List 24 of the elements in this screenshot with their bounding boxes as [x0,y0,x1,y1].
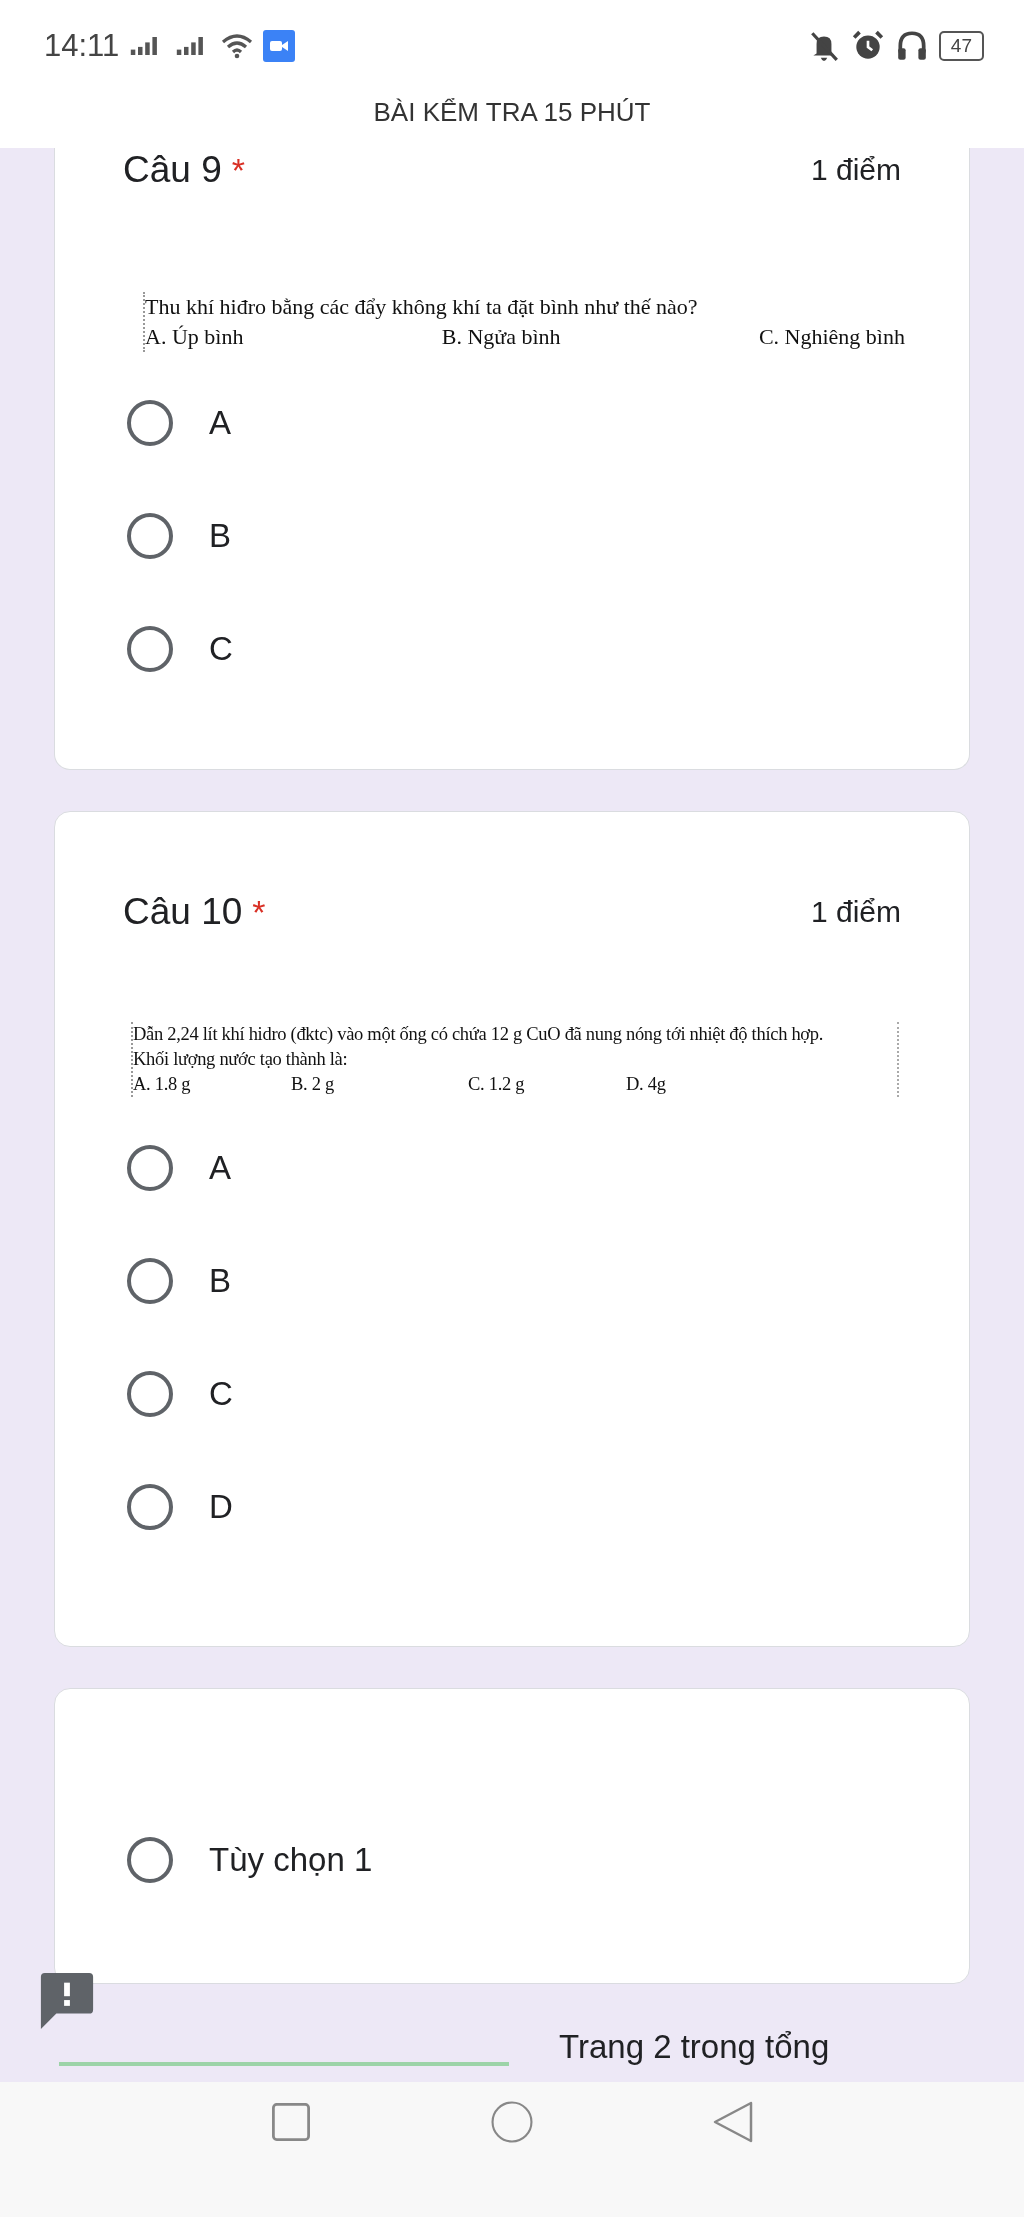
radio-option[interactable]: B [55,479,969,592]
status-time: 14:11 [44,28,120,64]
page-indicator: Trang 2 trong tổng [559,2028,830,2066]
question-points: 1 điểm [810,153,901,187]
question-image: Thu khí hiđro bằng các đẩy không khí ta đặt bình như thế nào? A. Úp bình B. Ngửa bình C. Nghiêng bình [143,292,905,352]
wifi-icon [221,33,254,59]
question-points: 1 điểm [810,895,901,929]
form-title: BÀI KỂM TRA 15 PHÚT [372,96,652,129]
required-mark: * [252,892,266,932]
radio-option[interactable]: C [55,1337,969,1450]
battery-level: 47 [938,31,984,61]
radio-option[interactable]: B [55,1224,969,1337]
required-mark: * [231,150,245,190]
radio-option[interactable]: D [55,1450,969,1563]
video-app-icon [263,30,296,62]
radio-option[interactable]: Tùy chọn 1 [55,1803,969,1916]
radio-option[interactable]: A [55,366,969,479]
question-image: Dẫn 2,24 lít khí hidro (đktc) vào một ống có chứa 12 g CuO đã nung nóng tới nhiệt độ thích hợp. Khối lượng nước tạo thành là: A. 1.8 g B. 2 g C. 1.2 g D. 4g [131,1022,899,1097]
radio-option[interactable]: C [55,592,969,705]
question-title: Câu 10 [123,891,243,933]
question-title: Câu 9 [123,149,222,191]
home-button[interactable] [490,2100,534,2144]
feedback-icon[interactable] [40,1973,94,2031]
radio-option[interactable]: A [55,1111,969,1224]
